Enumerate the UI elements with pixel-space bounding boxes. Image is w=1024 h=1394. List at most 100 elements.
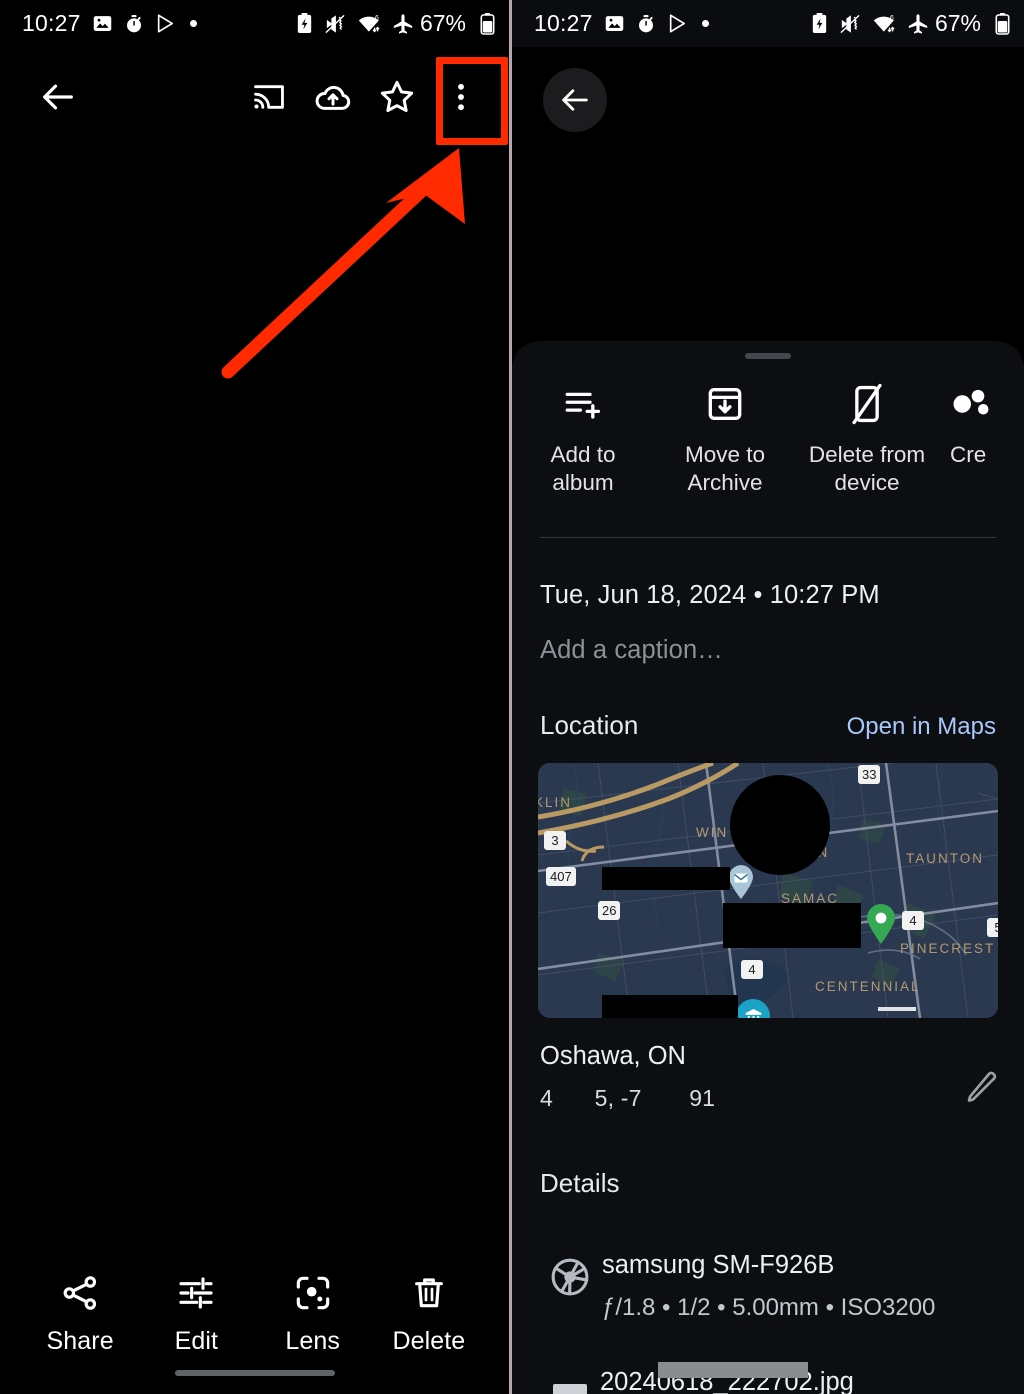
battery-percent-label: 67%	[419, 10, 466, 36]
delete-label: Delete	[392, 1327, 466, 1355]
details-title: Details	[540, 1168, 620, 1198]
move-to-archive-label: Move to Archive	[684, 442, 766, 495]
back-arrow-icon	[43, 84, 73, 110]
right-panel-info-sheet: 10:27 6 67% Add to album Move to Archive…	[512, 0, 1024, 1394]
add-to-album-label: Add to album	[550, 442, 616, 495]
details-camera-text: samsung SM-F926B ƒ/1.8 • 1/2 • 5.00mm • …	[602, 1251, 935, 1322]
aperture-icon	[540, 1251, 600, 1299]
status-bar-left: 10:27 6 67%	[0, 0, 509, 47]
edit-label: Edit	[174, 1327, 219, 1355]
delete-from-device-action[interactable]: Delete from device	[796, 381, 938, 497]
file-name-blur-overlay	[658, 1362, 808, 1378]
more-vert-icon	[458, 83, 464, 111]
map-shield-407: 407	[546, 867, 576, 886]
map-label-win: WIN	[696, 825, 729, 840]
caption-input[interactable]: Add a caption…	[512, 610, 1024, 665]
share-icon	[63, 1276, 97, 1310]
map-redaction-circle	[730, 775, 830, 875]
notification-dot-icon	[701, 20, 709, 27]
location-place-name: Oshawa, ON	[540, 1042, 686, 1070]
play-store-icon	[667, 13, 688, 34]
mail-poi-pin	[728, 865, 754, 904]
status-bar-right-right-group: 6 67%	[800, 10, 1010, 37]
move-to-archive-action[interactable]: Move to Archive	[654, 381, 796, 497]
coord-part-3: 91	[689, 1085, 716, 1111]
overflow-menu-button[interactable]	[429, 65, 493, 129]
coord-part-1: 4	[540, 1085, 553, 1111]
photo-action-row: Share Edit Lens Delete	[22, 1273, 487, 1370]
delete-from-device-label: Delete from device	[808, 442, 926, 495]
favorite-button[interactable]	[365, 65, 429, 129]
create-action[interactable]: Cre	[938, 381, 998, 497]
status-bar-right: 10:27 6 67%	[512, 0, 1024, 47]
location-coordinates: 4 5, -7 91	[540, 1085, 996, 1112]
map-label-pinecrest: PINECREST	[900, 941, 996, 956]
photos-icon	[604, 13, 625, 34]
location-map-preview[interactable]: KLIN WIN ON TAUNTON SAMAC PINECREST CENT…	[538, 763, 998, 1018]
cloud-upload-icon	[315, 85, 351, 110]
play-store-icon	[155, 13, 176, 34]
battery-saver-icon	[296, 13, 313, 34]
edit-location-button[interactable]	[964, 1069, 1000, 1110]
star-outline-icon	[380, 80, 414, 112]
lens-button[interactable]: Lens	[259, 1273, 367, 1356]
cast-button[interactable]	[237, 65, 301, 129]
open-in-maps-link[interactable]: Open in Maps	[847, 713, 996, 741]
annotation-arrow-icon	[221, 148, 465, 379]
stopwatch-icon	[124, 14, 144, 34]
location-header: Location Open in Maps	[512, 710, 1024, 741]
photo-datetime: Tue, Jun 18, 2024 • 10:27 PM	[540, 581, 880, 609]
share-button[interactable]: Share	[26, 1273, 134, 1356]
battery-saver-icon	[811, 13, 828, 34]
back-arrow-icon	[562, 89, 588, 111]
vibrate-off-icon	[839, 14, 861, 34]
lens-icon	[296, 1276, 329, 1310]
map-shield-4-right: 4	[902, 911, 924, 930]
delete-button[interactable]: Delete	[375, 1273, 483, 1356]
screenshot-root: 10:27 6 67% Share Edit Lens Delete 10:27…	[0, 0, 1024, 1394]
home-indicator[interactable]	[174, 1370, 335, 1376]
pencil-icon	[967, 1071, 997, 1102]
edit-button[interactable]: Edit	[142, 1273, 250, 1356]
battery-icon	[480, 12, 495, 35]
wifi-6-icon: 6	[872, 13, 896, 34]
map-label-centennial: CENTENNIAL	[815, 979, 921, 994]
map-scale-bar	[878, 1007, 916, 1011]
details-camera-row[interactable]: samsung SM-F926B ƒ/1.8 • 1/2 • 5.00mm • …	[512, 1199, 1024, 1322]
stopwatch-icon	[636, 14, 656, 34]
trash-icon	[414, 1278, 443, 1308]
back-button[interactable]	[26, 65, 90, 129]
location-title: Location	[540, 710, 639, 740]
map-shield-4-bottom: 4	[741, 960, 763, 979]
photo-viewer-appbar	[0, 47, 509, 147]
details-file-row[interactable]: 20240618_222702.jpg	[512, 1322, 1024, 1394]
map-redaction-bar-1	[602, 867, 730, 890]
create-icon	[950, 381, 992, 427]
wifi-6-icon: 6	[357, 13, 381, 34]
info-back-button[interactable]	[543, 68, 607, 132]
add-to-album-action[interactable]: Add to album	[512, 381, 654, 497]
map-shield-26: 26	[598, 901, 621, 920]
green-location-pin	[866, 904, 896, 949]
map-redaction-bar-3	[602, 995, 738, 1018]
backup-button[interactable]	[301, 65, 365, 129]
battery-percent-label: 67%	[934, 10, 981, 36]
share-label: Share	[46, 1327, 114, 1355]
location-card: Location Open in Maps KLIN WIN TAUNTON S…	[512, 710, 1024, 1112]
status-bar-right-left-group: 10:27	[534, 10, 709, 37]
svg-text:6: 6	[890, 15, 894, 22]
file-name: 20240618_222702.jpg	[600, 1362, 854, 1394]
photo-action-toolbar: Share Edit Lens Delete	[0, 1273, 509, 1394]
quick-actions-row: Add to album Move to Archive Delete from…	[512, 359, 1024, 497]
location-footer: Oshawa, ON 4 5, -7 91	[512, 1018, 1024, 1112]
battery-icon	[995, 12, 1010, 35]
photos-icon	[92, 13, 113, 34]
svg-text:6: 6	[375, 15, 379, 22]
cast-icon	[254, 85, 284, 109]
status-bar-right-group: 6 67%	[285, 10, 495, 37]
tune-icon	[179, 1277, 213, 1309]
camera-exif-summary: ƒ/1.8 • 1/2 • 5.00mm • ISO3200	[602, 1294, 936, 1321]
map-label-klin: KLIN	[538, 795, 573, 810]
airplane-mode-icon	[907, 13, 929, 35]
playlist-add-icon	[562, 381, 604, 427]
